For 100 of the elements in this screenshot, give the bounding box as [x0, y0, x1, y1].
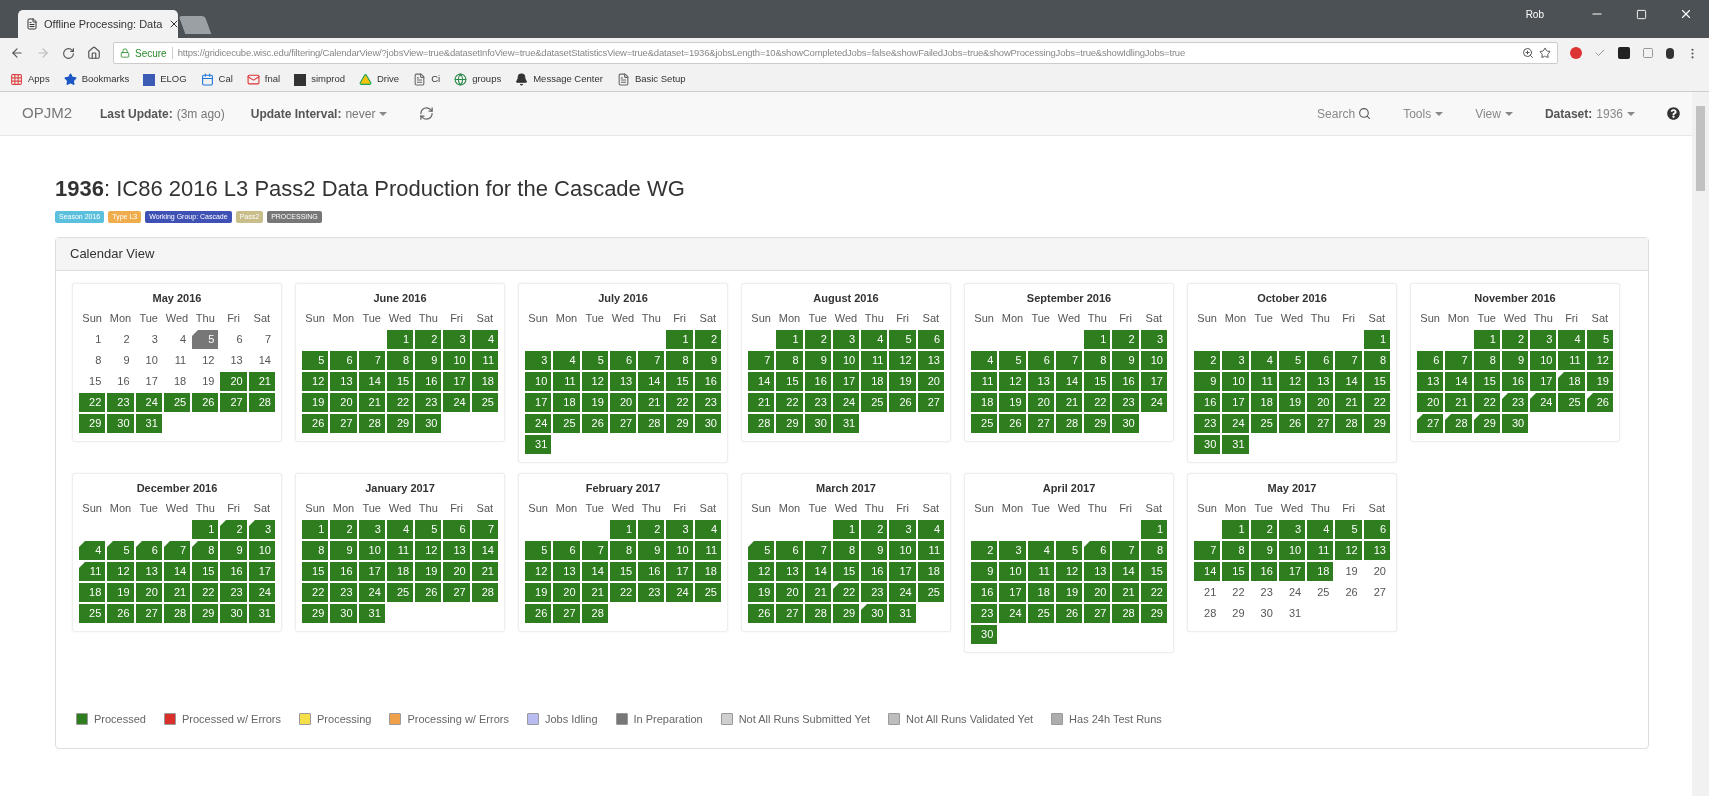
day-cell[interactable]: 31: [1278, 604, 1306, 623]
day-cell[interactable]: 29: [1222, 604, 1249, 623]
day-cell[interactable]: 3: [1222, 351, 1249, 370]
day-cell[interactable]: 4: [861, 330, 888, 349]
day-cell[interactable]: 2: [220, 520, 247, 539]
day-cell[interactable]: 31: [525, 435, 552, 454]
day-cell[interactable]: 22: [832, 583, 860, 602]
close-icon[interactable]: [1679, 7, 1693, 21]
day-cell[interactable]: 23: [1194, 414, 1221, 433]
day-cell[interactable]: 11: [1250, 372, 1277, 391]
bookmark-item[interactable]: groups: [454, 72, 502, 87]
day-cell[interactable]: 2: [1194, 351, 1221, 370]
day-cell[interactable]: 22: [1222, 583, 1249, 602]
reload-icon[interactable]: [62, 46, 75, 60]
day-cell[interactable]: 6: [1417, 351, 1444, 370]
day-cell[interactable]: 4: [971, 351, 998, 370]
day-cell[interactable]: 18: [79, 583, 106, 602]
day-cell[interactable]: 30: [1501, 414, 1529, 433]
day-cell[interactable]: 24: [443, 393, 470, 412]
day-cell[interactable]: 19: [1335, 562, 1362, 581]
day-cell[interactable]: 21: [581, 583, 608, 602]
day-cell[interactable]: 14: [163, 562, 191, 581]
day-cell[interactable]: 3: [358, 520, 385, 539]
day-cell[interactable]: 12: [889, 351, 916, 370]
day-cell[interactable]: 10: [525, 372, 552, 391]
day-cell[interactable]: 5: [192, 330, 219, 349]
day-cell[interactable]: 13: [443, 541, 470, 560]
search-link[interactable]: Search: [1317, 104, 1372, 123]
day-cell[interactable]: 18: [163, 372, 191, 391]
day-cell[interactable]: 7: [1194, 541, 1221, 560]
day-cell[interactable]: 26: [748, 604, 775, 623]
day-cell[interactable]: 2: [804, 330, 831, 349]
day-cell[interactable]: 1: [832, 520, 860, 539]
day-cell[interactable]: 21: [748, 393, 775, 412]
day-cell[interactable]: 13: [776, 562, 803, 581]
day-cell[interactable]: 9: [694, 351, 721, 370]
day-cell[interactable]: 23: [220, 583, 247, 602]
day-cell[interactable]: 24: [1278, 583, 1306, 602]
day-cell[interactable]: 8: [1222, 541, 1249, 560]
day-cell[interactable]: 13: [609, 372, 637, 391]
day-cell[interactable]: 17: [443, 372, 470, 391]
day-cell[interactable]: 14: [1194, 562, 1221, 581]
day-cell[interactable]: 23: [804, 393, 831, 412]
day-cell[interactable]: 29: [192, 604, 219, 623]
day-cell[interactable]: 13: [553, 562, 580, 581]
bookmark-item[interactable]: ELOG: [143, 72, 187, 87]
day-cell[interactable]: 13: [1307, 372, 1334, 391]
day-cell[interactable]: 6: [917, 330, 944, 349]
day-cell[interactable]: 24: [358, 583, 385, 602]
day-cell[interactable]: 29: [1363, 414, 1390, 433]
day-cell[interactable]: 15: [79, 372, 106, 391]
day-cell[interactable]: 24: [1140, 393, 1167, 412]
day-cell[interactable]: 27: [1363, 583, 1390, 602]
maximize-icon[interactable]: [1636, 8, 1647, 20]
day-cell[interactable]: 19: [415, 562, 442, 581]
day-cell[interactable]: 5: [999, 351, 1026, 370]
day-cell[interactable]: 3: [525, 351, 552, 370]
day-cell[interactable]: 25: [1250, 414, 1277, 433]
day-cell[interactable]: 30: [861, 604, 888, 623]
day-cell[interactable]: 12: [581, 372, 608, 391]
day-cell[interactable]: 18: [1250, 393, 1277, 412]
day-cell[interactable]: 22: [79, 393, 106, 412]
day-cell[interactable]: 27: [609, 414, 637, 433]
day-cell[interactable]: 10: [135, 351, 162, 370]
day-cell[interactable]: 22: [192, 583, 219, 602]
day-cell[interactable]: 11: [553, 372, 580, 391]
day-cell[interactable]: 9: [1194, 372, 1221, 391]
day-cell[interactable]: 21: [638, 393, 665, 412]
day-cell[interactable]: 15: [609, 562, 637, 581]
day-cell[interactable]: 5: [889, 330, 916, 349]
day-cell[interactable]: 23: [107, 393, 134, 412]
bookmark-item[interactable]: Ci: [413, 72, 441, 87]
day-cell[interactable]: 18: [1558, 372, 1585, 391]
day-cell[interactable]: 6: [1307, 351, 1334, 370]
day-cell[interactable]: 21: [1335, 393, 1362, 412]
day-cell[interactable]: 22: [1140, 583, 1167, 602]
day-cell[interactable]: 22: [609, 583, 637, 602]
day-cell[interactable]: 23: [638, 583, 665, 602]
dataset-dropdown[interactable]: Dataset: 1936: [1544, 104, 1635, 123]
day-cell[interactable]: 1: [776, 330, 803, 349]
day-cell[interactable]: 7: [804, 541, 831, 560]
day-cell[interactable]: 10: [358, 541, 385, 560]
day-cell[interactable]: 20: [1307, 393, 1334, 412]
day-cell[interactable]: 26: [1586, 393, 1613, 412]
star-icon[interactable]: [1539, 47, 1551, 59]
day-cell[interactable]: 12: [1335, 541, 1362, 560]
day-cell[interactable]: 16: [1194, 393, 1221, 412]
day-cell[interactable]: 21: [804, 583, 831, 602]
day-cell[interactable]: 28: [748, 414, 775, 433]
zoom-icon[interactable]: [1522, 47, 1534, 59]
day-cell[interactable]: 10: [1140, 351, 1167, 370]
day-cell[interactable]: 6: [609, 351, 637, 370]
day-cell[interactable]: 17: [1530, 372, 1557, 391]
day-cell[interactable]: 22: [1084, 393, 1111, 412]
day-cell[interactable]: 26: [415, 583, 442, 602]
day-cell[interactable]: 5: [748, 541, 775, 560]
day-cell[interactable]: 9: [638, 541, 665, 560]
day-cell[interactable]: 9: [107, 351, 134, 370]
day-cell[interactable]: 5: [107, 541, 134, 560]
day-cell[interactable]: 26: [1278, 414, 1306, 433]
